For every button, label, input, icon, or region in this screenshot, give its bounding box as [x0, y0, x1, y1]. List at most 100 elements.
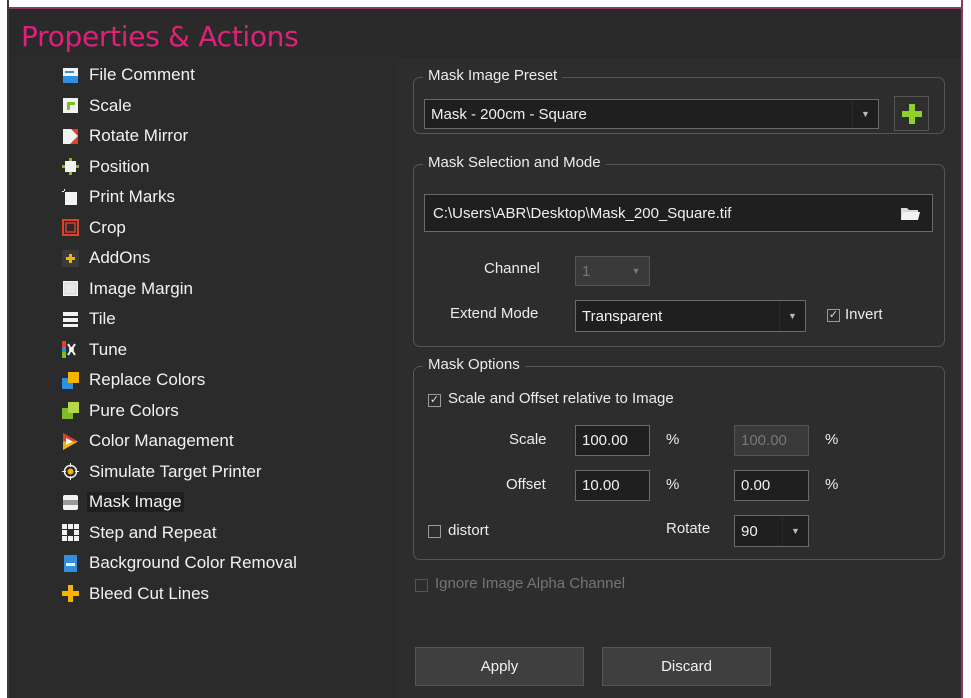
channel-label: Channel [484, 260, 540, 277]
add-preset-button[interactable] [894, 96, 929, 131]
scale-y-value: 100.00 [741, 432, 787, 449]
sidebar-item-image-margin[interactable]: Image Margin [62, 274, 297, 305]
window-left-border [0, 0, 9, 698]
rotate-value: 90 [741, 522, 758, 540]
channel-value: 1 [582, 262, 591, 280]
mask-file-path-field[interactable]: C:\Users\ABR\Desktop\Mask_200_Square.tif [424, 194, 933, 232]
sidebar-item-label: Tile [89, 309, 116, 329]
mask-options-group-title: Mask Options [423, 356, 525, 373]
rotate-dropdown[interactable]: 90 ▼ [734, 515, 809, 547]
addons-icon [62, 249, 79, 267]
offset-label: Offset [506, 476, 546, 493]
sidebar-item-crop[interactable]: Crop [62, 213, 297, 244]
sidebar-item-label: Replace Colors [89, 370, 206, 390]
scale-label: Scale [509, 431, 547, 448]
scale-x-value: 100.00 [582, 432, 628, 449]
sidebar-item-print-marks[interactable]: Print Marks [62, 182, 297, 213]
distort-checkbox[interactable] [428, 525, 441, 538]
rotate-label: Rotate [666, 520, 711, 537]
mask-preset-value: Mask - 200cm - Square [431, 105, 587, 123]
distort-label: distort [448, 522, 489, 539]
mask-image-settings-panel: Mask Image Preset Mask - 200cm - Square … [398, 58, 961, 698]
relative-to-image-checkbox[interactable]: ✓ [428, 394, 441, 407]
plus-icon [901, 103, 922, 124]
background-color-removal-icon [62, 554, 79, 572]
sidebar-item-simulate-target-printer[interactable]: Simulate Target Printer [62, 457, 297, 488]
actions-list-panel: File Comment Scale Rotate Mirror Position Pr… [9, 58, 398, 698]
color-management-icon [62, 432, 79, 450]
scale-icon [62, 97, 79, 114]
folder-icon[interactable] [900, 206, 920, 225]
relative-to-image-label: Scale and Offset relative to Image [448, 390, 674, 407]
sidebar-item-tune[interactable]: Tune [62, 335, 297, 366]
sidebar-item-label: Step and Repeat [89, 522, 217, 542]
sidebar-item-label: AddOns [89, 248, 151, 268]
sidebar-item-label: Pure Colors [89, 400, 179, 420]
sidebar-item-step-and-repeat[interactable]: Step and Repeat [62, 518, 297, 549]
window-title: Properties & Actions [21, 20, 299, 53]
sidebar-item-rotate-mirror[interactable]: Rotate Mirror [62, 121, 297, 152]
print-marks-icon [62, 188, 79, 206]
tune-icon [62, 341, 79, 359]
scale-x-input[interactable]: 100.00 [575, 425, 650, 456]
step-repeat-icon [62, 524, 79, 542]
invert-label: Invert [845, 306, 883, 323]
sidebar-item-background-color-removal[interactable]: Background Color Removal [62, 548, 297, 579]
crop-icon [62, 219, 79, 237]
sidebar-item-label: Mask Image [87, 492, 184, 513]
file-comment-icon [62, 67, 79, 84]
sidebar-item-replace-colors[interactable]: Replace Colors [62, 365, 297, 396]
channel-dropdown[interactable]: 1 ▼ [575, 256, 650, 286]
window-top-border [9, 0, 961, 9]
sidebar-item-file-comment[interactable]: File Comment [62, 60, 297, 91]
mask-file-path: C:\Users\ABR\Desktop\Mask_200_Square.tif [433, 204, 732, 222]
image-margin-icon [62, 280, 79, 297]
sidebar-item-label: Bleed Cut Lines [89, 583, 210, 603]
offset-y-unit: % [825, 476, 839, 493]
sidebar-item-label: Crop [89, 217, 126, 237]
sidebar-item-position[interactable]: Position [62, 152, 297, 183]
pure-colors-icon [62, 402, 79, 420]
sidebar-item-label: Print Marks [89, 187, 175, 207]
offset-x-value: 10.00 [582, 477, 620, 494]
mask-image-icon [62, 494, 79, 511]
sidebar-item-scale[interactable]: Scale [62, 91, 297, 122]
sidebar-item-addons[interactable]: AddOns [62, 243, 297, 274]
ignore-alpha-checkbox[interactable] [415, 579, 428, 592]
sidebar-item-label: Tune [89, 339, 128, 359]
sidebar-item-bleed-cut-lines[interactable]: Bleed Cut Lines [62, 579, 297, 610]
extend-mode-dropdown[interactable]: Transparent ▼ [575, 300, 806, 332]
offset-y-value: 0.00 [741, 477, 771, 494]
mask-selection-group-title: Mask Selection and Mode [423, 154, 606, 171]
properties-window: Properties & Actions File Comment Scale Ro… [0, 0, 971, 698]
sidebar-item-label: File Comment [89, 65, 195, 85]
discard-button[interactable]: Discard [602, 647, 771, 686]
apply-button[interactable]: Apply [415, 647, 584, 686]
tile-icon [62, 311, 79, 328]
sidebar-item-mask-image[interactable]: Mask Image [62, 487, 297, 518]
offset-y-input[interactable]: 0.00 [734, 470, 809, 501]
offset-x-input[interactable]: 10.00 [575, 470, 650, 501]
scale-y-input[interactable]: 100.00 [734, 425, 809, 456]
position-icon [62, 158, 79, 176]
scale-x-unit: % [666, 431, 680, 448]
sidebar-item-label: Scale [89, 95, 132, 115]
extend-mode-label: Extend Mode [450, 305, 539, 322]
chevron-down-icon[interactable]: ▼ [779, 301, 805, 331]
mask-preset-group-title: Mask Image Preset [423, 67, 563, 84]
chevron-down-icon[interactable]: ▼ [782, 516, 808, 546]
chevron-down-icon[interactable]: ▼ [623, 257, 649, 285]
sidebar-item-label: Position [89, 156, 150, 176]
invert-checkbox[interactable]: ✓ [827, 309, 840, 322]
mask-preset-dropdown[interactable]: Mask - 200cm - Square ▼ [424, 99, 879, 129]
sidebar-item-label: Background Color Removal [89, 553, 297, 573]
sidebar-item-label: Color Management [89, 431, 234, 451]
sidebar-item-label: Rotate Mirror [89, 126, 189, 146]
sidebar-item-color-management[interactable]: Color Management [62, 426, 297, 457]
sidebar-item-tile[interactable]: Tile [62, 304, 297, 335]
sidebar-item-pure-colors[interactable]: Pure Colors [62, 396, 297, 427]
chevron-down-icon[interactable]: ▼ [852, 100, 878, 128]
window-right-border [961, 0, 971, 698]
offset-x-unit: % [666, 476, 680, 493]
extend-mode-value: Transparent [582, 307, 663, 325]
